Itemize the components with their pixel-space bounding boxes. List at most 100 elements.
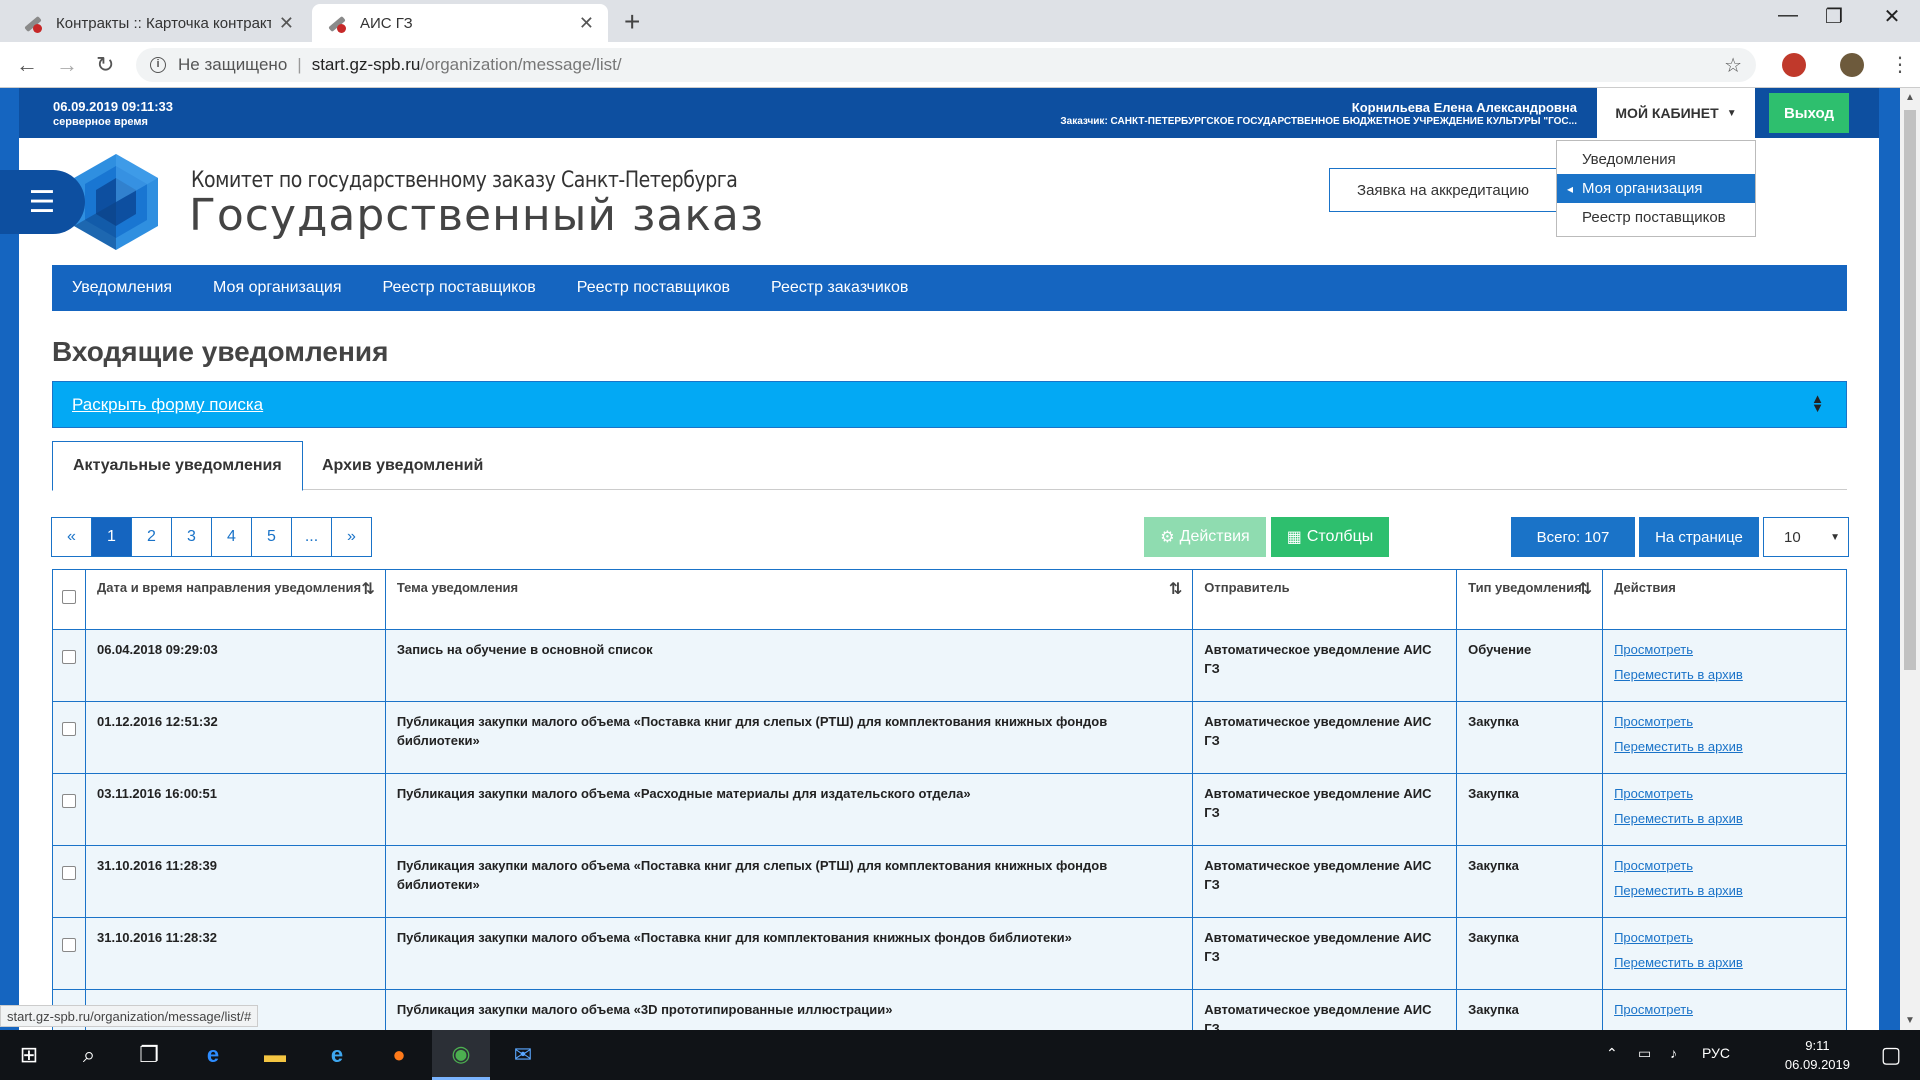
dropdown-item-supplier-registry[interactable]: Реестр поставщиков: [1557, 203, 1755, 232]
internet-explorer-icon[interactable]: e: [308, 1030, 366, 1080]
scroll-down-icon[interactable]: ▼: [1905, 1015, 1915, 1026]
browser-tab-ais[interactable]: АИС ГЗ ✕: [312, 4, 608, 42]
browser-tab-contracts[interactable]: Контракты :: Карточка контракт ✕: [8, 4, 308, 42]
window-close-button[interactable]: ✕: [1862, 4, 1920, 29]
cell-date: 03.11.2016 16:00:51: [85, 773, 386, 846]
exit-button[interactable]: Выход: [1769, 93, 1849, 133]
pager-page-4[interactable]: 4: [211, 517, 252, 557]
expand-search-link[interactable]: Раскрыть форму поиска: [72, 395, 263, 415]
url-input[interactable]: i Не защищено | start.gz-spb.ru /organiz…: [136, 48, 1756, 82]
sort-icon[interactable]: ⇅: [1579, 579, 1592, 599]
nav-item-supplier-registry[interactable]: Реестр поставщиков: [383, 279, 536, 297]
nav-item-customer-registry[interactable]: Реестр заказчиков: [771, 279, 908, 297]
accreditation-button[interactable]: Заявка на аккредитацию: [1329, 168, 1557, 212]
forward-icon[interactable]: →: [56, 52, 78, 78]
view-link[interactable]: Просмотреть: [1614, 997, 1835, 1022]
maximize-button[interactable]: ❐: [1804, 4, 1864, 29]
column-header-type[interactable]: Тип уведомления ⇅: [1456, 569, 1604, 630]
per-page-select[interactable]: 10 ▼: [1763, 517, 1849, 557]
dropdown-item-notifications[interactable]: Уведомления: [1557, 145, 1755, 174]
move-to-archive-link[interactable]: Переместить в архив: [1614, 878, 1835, 903]
expand-collapse-icon[interactable]: ▲ ▼: [1811, 392, 1824, 414]
view-link[interactable]: Просмотреть: [1614, 637, 1835, 662]
firefox-icon[interactable]: ●: [370, 1030, 428, 1080]
scrollbar-thumb[interactable]: [1904, 110, 1916, 670]
chevron-up-icon[interactable]: ⌃: [1606, 1045, 1618, 1062]
windows-taskbar: ⊞ ⌕ ❐ e ▬ e ● ◉ ✉ ⌃ ▭ ♪ РУС 9:11 06.09.2…: [0, 1030, 1920, 1080]
tab-current-notifications[interactable]: Актуальные уведомления: [52, 441, 303, 491]
column-header-label: Тип уведомления: [1468, 580, 1582, 595]
task-view-icon[interactable]: ❐: [120, 1030, 178, 1080]
edge-browser-icon[interactable]: e: [184, 1030, 242, 1080]
extension-icon[interactable]: [1782, 53, 1806, 77]
search-icon[interactable]: ⌕: [60, 1030, 118, 1080]
view-link[interactable]: Просмотреть: [1614, 781, 1835, 806]
move-to-archive-link[interactable]: Переместить в архив: [1614, 950, 1835, 975]
pager-ellipsis[interactable]: ...: [291, 517, 332, 557]
columns-button[interactable]: ▦ Столбцы: [1271, 517, 1389, 557]
language-indicator[interactable]: РУС: [1702, 1045, 1730, 1061]
volume-icon[interactable]: ♪: [1670, 1045, 1677, 1061]
cell-type: Закупка: [1456, 773, 1604, 846]
select-all-checkbox[interactable]: [62, 590, 76, 604]
column-header-label: Тема уведомления: [396, 580, 519, 595]
pager-next[interactable]: »: [331, 517, 372, 557]
cell-subject: Публикация закупки малого объема «Постав…: [384, 917, 1194, 990]
move-to-archive-link[interactable]: Переместить в архив: [1614, 662, 1835, 687]
pager-prev[interactable]: «: [51, 517, 92, 557]
close-icon[interactable]: ✕: [279, 13, 294, 34]
menu-dots-icon[interactable]: ⋮: [1890, 52, 1910, 77]
select-all-cell: [52, 569, 86, 630]
customer-name: Заказчик: САНКТ-ПЕТЕРБУРГСКОЕ ГОСУДАРСТВ…: [1060, 116, 1577, 127]
file-explorer-icon[interactable]: ▬: [246, 1030, 304, 1080]
actions-button[interactable]: ⚙ Действия: [1144, 517, 1266, 557]
profile-avatar[interactable]: [1840, 53, 1864, 77]
row-checkbox[interactable]: [62, 650, 76, 664]
search-form-toggle[interactable]: Раскрыть форму поиска ▲ ▼: [52, 381, 1847, 428]
taskbar-clock[interactable]: 9:11 06.09.2019: [1785, 1036, 1850, 1074]
view-link[interactable]: Просмотреть: [1614, 925, 1835, 950]
pager-page-3[interactable]: 3: [171, 517, 212, 557]
back-icon[interactable]: ←: [16, 52, 38, 78]
row-checkbox[interactable]: [62, 722, 76, 736]
hamburger-menu-icon[interactable]: ☰: [0, 170, 85, 234]
pager-page-1[interactable]: 1: [91, 517, 132, 557]
nav-item-my-organization[interactable]: Моя организация: [213, 279, 341, 297]
new-tab-button[interactable]: +: [624, 6, 640, 38]
site-favicon-icon: [22, 12, 44, 34]
row-checkbox[interactable]: [62, 866, 76, 880]
bookmark-star-icon[interactable]: ☆: [1724, 53, 1742, 78]
pager-page-5[interactable]: 5: [251, 517, 292, 557]
move-to-archive-link[interactable]: Переместить в архив: [1614, 806, 1835, 831]
reload-icon[interactable]: ↻: [96, 52, 114, 78]
scroll-up-icon[interactable]: ▲: [1905, 92, 1915, 103]
close-icon[interactable]: ✕: [579, 13, 594, 34]
view-link[interactable]: Просмотреть: [1614, 853, 1835, 878]
table-row: 06.04.2018 09:29:03 Запись на обучение в …: [52, 629, 1847, 702]
row-checkbox[interactable]: [62, 794, 76, 808]
top-bar: 06.09.2019 09:11:33 серверное время Корн…: [19, 88, 1879, 138]
caret-down-icon: ▼: [1830, 531, 1840, 543]
row-checkbox[interactable]: [62, 938, 76, 952]
pager-page-2[interactable]: 2: [131, 517, 172, 557]
chrome-icon[interactable]: ◉: [432, 1030, 490, 1080]
sort-icon[interactable]: ⇅: [361, 579, 374, 599]
page-scrollbar[interactable]: ▲ ▼: [1900, 88, 1920, 1030]
windows-start-icon[interactable]: ⊞: [0, 1030, 58, 1080]
my-cabinet-button[interactable]: МОЙ КАБИНЕТ ▼: [1597, 88, 1755, 138]
sort-icon[interactable]: ⇅: [1169, 579, 1182, 599]
network-icon[interactable]: ▭: [1638, 1045, 1651, 1062]
mail-client-icon[interactable]: ✉: [494, 1030, 552, 1080]
tab-archive-notifications[interactable]: Архив уведомлений: [302, 441, 503, 490]
dropdown-item-my-organization[interactable]: Моя организация: [1557, 174, 1755, 203]
view-link[interactable]: Просмотреть: [1614, 709, 1835, 734]
column-header-date[interactable]: Дата и время направления уведомления ⇅: [85, 569, 386, 630]
cell-sender: Автоматическое уведомление АИС ГЗ: [1192, 701, 1458, 774]
notifications-icon[interactable]: ▢: [1862, 1030, 1920, 1080]
move-to-archive-link[interactable]: Переместить в архив: [1614, 734, 1835, 759]
nav-item-supplier-registry-2[interactable]: Реестр поставщиков: [577, 279, 730, 297]
cell-subject: Публикация закупки малого объема «Постав…: [384, 845, 1194, 918]
nav-item-notifications[interactable]: Уведомления: [72, 279, 172, 297]
info-icon[interactable]: i: [150, 57, 166, 73]
column-header-subject[interactable]: Тема уведомления ⇅: [384, 569, 1194, 630]
